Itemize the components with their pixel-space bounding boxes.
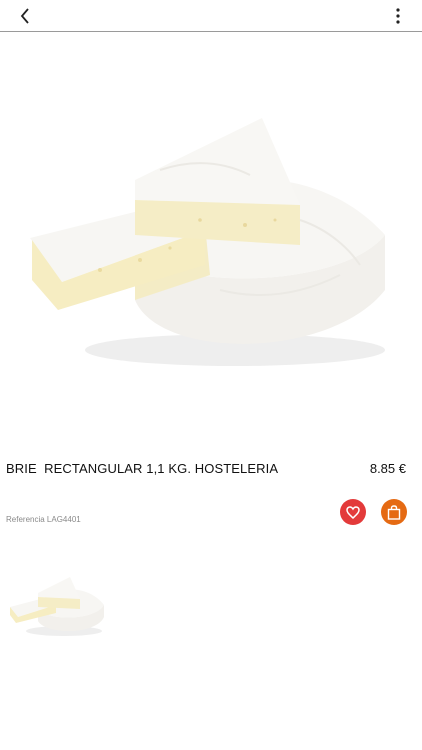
more-options-button[interactable] bbox=[388, 5, 408, 27]
shopping-bag-icon bbox=[387, 504, 401, 520]
back-button[interactable] bbox=[14, 5, 36, 27]
product-price: 8.85 € bbox=[369, 461, 406, 476]
product-title: BRIE RECTANGULAR 1,1 KG. HOSTELERIA bbox=[6, 461, 279, 476]
add-to-cart-button[interactable] bbox=[381, 499, 407, 525]
top-app-bar bbox=[0, 0, 422, 32]
chevron-left-icon bbox=[20, 8, 29, 24]
product-image bbox=[0, 60, 422, 420]
heart-icon bbox=[346, 505, 360, 519]
product-reference: Referencia LAG4401 bbox=[6, 515, 81, 524]
favorite-button[interactable] bbox=[340, 499, 366, 525]
gallery-thumbnail[interactable] bbox=[4, 565, 108, 645]
more-vertical-icon bbox=[396, 8, 400, 24]
